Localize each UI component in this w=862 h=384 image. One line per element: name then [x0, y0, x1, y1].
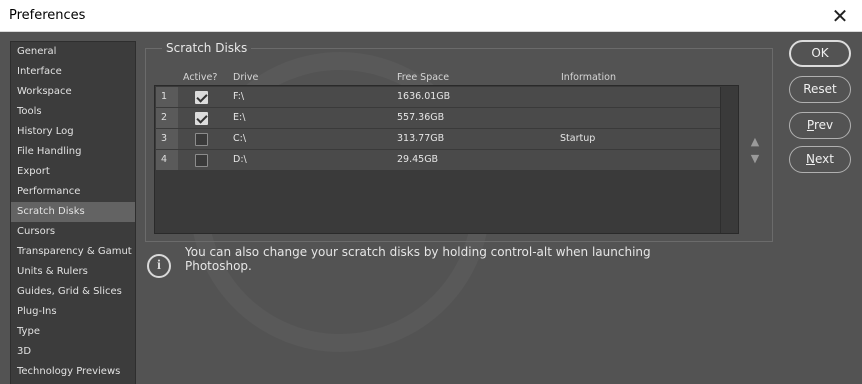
sidebar-item-export[interactable]: Export	[11, 162, 135, 182]
drive-cell: E:\	[233, 112, 246, 123]
sidebar-item-3d[interactable]: 3D	[11, 342, 135, 362]
info-icon: i	[147, 254, 171, 278]
drive-cell: D:\	[233, 154, 247, 165]
prev-button[interactable]: Prev	[789, 112, 851, 139]
next-mnemonic: N	[806, 152, 815, 166]
info-message: You can also change your scratch disks b…	[185, 245, 651, 273]
column-header-drive: Drive	[233, 72, 259, 83]
row-number: 3	[156, 129, 178, 149]
title-bar: Preferences ✕	[0, 0, 862, 32]
free-space-cell: 29.45GB	[397, 154, 439, 165]
free-space-cell: 1636.01GB	[397, 91, 451, 102]
drive-cell: F:\	[233, 91, 245, 102]
active-checkbox[interactable]	[195, 112, 208, 125]
next-button[interactable]: Next	[789, 146, 851, 173]
row-number: 1	[156, 87, 178, 107]
prev-label: rev	[813, 118, 834, 132]
table-scrollbar[interactable]	[720, 87, 738, 233]
table-row[interactable]: 2 E:\ 557.36GB	[156, 108, 720, 129]
active-checkbox[interactable]	[195, 133, 208, 146]
close-icon[interactable]: ✕	[818, 0, 862, 31]
sidebar-item-transparency-gamut[interactable]: Transparency & Gamut	[11, 242, 135, 262]
sidebar-item-performance[interactable]: Performance	[11, 182, 135, 202]
sidebar-item-guides-grid-slices[interactable]: Guides, Grid & Slices	[11, 282, 135, 302]
sidebar-item-cursors[interactable]: Cursors	[11, 222, 135, 242]
scratch-disks-group-label: Scratch Disks	[162, 41, 252, 55]
row-number: 4	[156, 150, 178, 170]
sidebar-item-interface[interactable]: Interface	[11, 62, 135, 82]
move-down-icon[interactable]: ▼	[749, 152, 761, 165]
sidebar-item-tools[interactable]: Tools	[11, 102, 135, 122]
drive-cell: C:\	[233, 133, 247, 144]
ok-button[interactable]: OK	[789, 40, 851, 67]
window-title: Preferences	[9, 8, 86, 23]
table-row[interactable]: 1 F:\ 1636.01GB	[156, 87, 720, 108]
table-row[interactable]: 3 C:\ 313.77GB Startup	[156, 129, 720, 150]
column-header-active: Active?	[183, 72, 218, 83]
active-checkbox[interactable]	[195, 91, 208, 104]
sidebar-item-technology-previews[interactable]: Technology Previews	[11, 362, 135, 382]
sidebar-item-history-log[interactable]: History Log	[11, 122, 135, 142]
sidebar-item-type[interactable]: Type	[11, 322, 135, 342]
sidebar-item-plug-ins[interactable]: Plug-Ins	[11, 302, 135, 322]
move-up-icon[interactable]: ▲	[749, 135, 761, 148]
table-row[interactable]: 4 D:\ 29.45GB	[156, 150, 720, 171]
active-checkbox[interactable]	[195, 154, 208, 167]
sidebar-item-general[interactable]: General	[11, 42, 135, 62]
preferences-sidebar: General Interface Workspace Tools Histor…	[10, 41, 136, 384]
sidebar-item-file-handling[interactable]: File Handling	[11, 142, 135, 162]
sidebar-item-units-rulers[interactable]: Units & Rulers	[11, 262, 135, 282]
column-header-information: Information	[561, 72, 616, 83]
free-space-cell: 313.77GB	[397, 133, 445, 144]
sidebar-item-scratch-disks[interactable]: Scratch Disks	[11, 202, 135, 222]
next-label: ext	[815, 152, 834, 166]
row-number: 2	[156, 108, 178, 128]
free-space-cell: 557.36GB	[397, 112, 445, 123]
sidebar-item-workspace[interactable]: Workspace	[11, 82, 135, 102]
scratch-disks-table: 1 F:\ 1636.01GB 2 E:\ 557.36GB 3 C:\ 313…	[154, 85, 739, 234]
information-cell: Startup	[560, 133, 596, 144]
reset-button[interactable]: Reset	[789, 76, 851, 103]
prev-mnemonic: P	[806, 118, 814, 132]
column-header-free-space: Free Space	[397, 72, 450, 83]
